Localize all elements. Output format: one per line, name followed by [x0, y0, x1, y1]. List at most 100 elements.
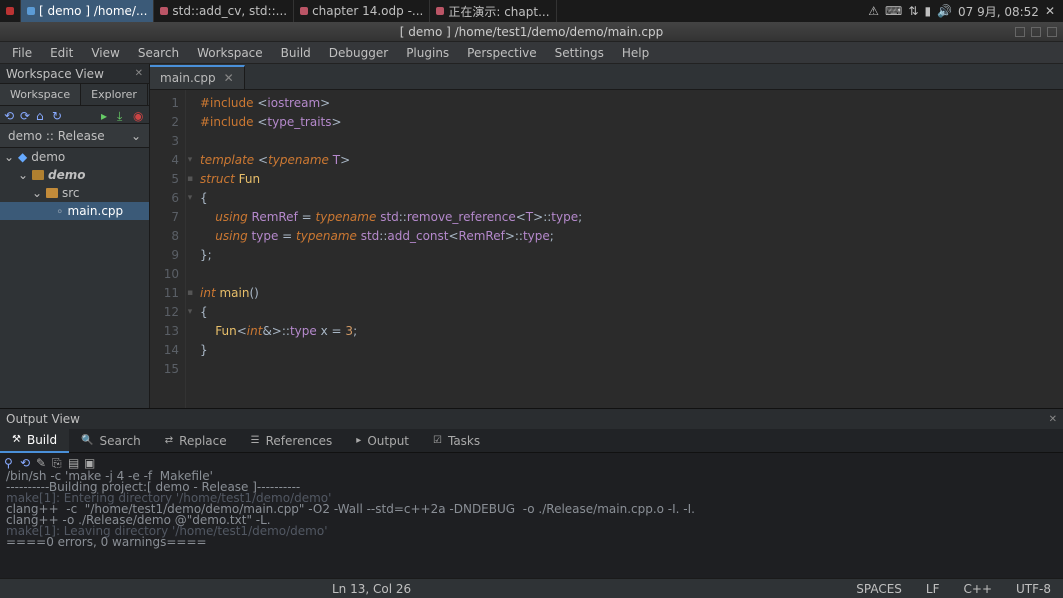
menubar: FileEditViewSearchWorkspaceBuildDebugger…: [0, 42, 1063, 64]
tree-file-label: main.cpp: [68, 204, 124, 218]
app-icon: [27, 7, 35, 15]
tray-close-icon[interactable]: ✕: [1045, 4, 1055, 18]
workspace-pane-title: Workspace View: [6, 67, 104, 81]
window-close-button[interactable]: [1047, 27, 1057, 37]
menu-settings[interactable]: Settings: [547, 44, 612, 62]
clock[interactable]: 07 9月, 08:52: [958, 3, 1039, 20]
status-encoding[interactable]: UTF-8: [1016, 582, 1051, 596]
workspace-tab-explorer[interactable]: Explorer: [81, 84, 148, 105]
output-tab-replace[interactable]: ⇄Replace: [153, 430, 239, 452]
output-content[interactable]: /bin/sh -c 'make -j 4 -e -f Makefile'---…: [0, 469, 1063, 578]
code-content[interactable]: #include <iostream>#include <type_traits…: [194, 90, 1063, 408]
menu-perspective[interactable]: Perspective: [459, 44, 545, 62]
tree-twisty-icon[interactable]: ⌄: [4, 150, 14, 164]
output-copy-icon[interactable]: ⎘: [52, 456, 62, 466]
menu-plugins[interactable]: Plugins: [398, 44, 457, 62]
notification-icon[interactable]: ⚠: [868, 4, 879, 18]
search-icon: 🔍: [81, 435, 93, 446]
tasks-icon: ☑: [433, 435, 442, 446]
output-tab-search[interactable]: 🔍Search: [69, 430, 153, 452]
window-titlebar: [ demo ] /home/test1/demo/demo/main.cpp: [0, 22, 1063, 42]
menu-edit[interactable]: Edit: [42, 44, 81, 62]
output-pin-icon[interactable]: ⚲: [4, 456, 14, 466]
menu-workspace[interactable]: Workspace: [189, 44, 271, 62]
tree-folder-label: src: [62, 186, 80, 200]
tree-twisty-icon[interactable]: ⌄: [32, 186, 42, 200]
output-tab-output[interactable]: ▸Output: [344, 430, 421, 452]
tree-project-node[interactable]: ⌄ demo: [0, 166, 149, 184]
output-tab-tasks[interactable]: ☑ Tasks: [421, 430, 492, 452]
taskbar-app[interactable]: [ demo ] /home/...: [21, 0, 154, 22]
menu-search[interactable]: Search: [130, 44, 187, 62]
status-cursor-position[interactable]: Ln 13, Col 26: [332, 582, 411, 596]
app-icon: [300, 7, 308, 15]
output-clear-icon[interactable]: ✎: [36, 456, 46, 466]
output-tab-references[interactable]: ☰References: [239, 430, 345, 452]
menu-debugger[interactable]: Debugger: [321, 44, 396, 62]
output-tabs: ⚒Build🔍Search⇄Replace☰References▸Output☑…: [0, 429, 1063, 453]
app-icon: [160, 7, 168, 15]
fold-gutter: ▾▪▾▪▾: [186, 90, 194, 408]
stop-icon[interactable]: ◉: [133, 109, 145, 121]
network-icon[interactable]: ⇅: [908, 4, 918, 18]
output-panel: Output View ✕ ⚒ Build 🔍Search⇄Replace☰Refe…: [0, 408, 1063, 578]
nav-icon[interactable]: ⟳: [20, 109, 32, 121]
window-maximize-button[interactable]: [1031, 27, 1041, 37]
output-scroll-icon[interactable]: ⟲: [20, 456, 30, 466]
menu-help[interactable]: Help: [614, 44, 657, 62]
home-icon[interactable]: ⌂: [36, 109, 48, 121]
output-paste-icon[interactable]: ▤: [68, 456, 78, 466]
taskbar-app[interactable]: std::add_cv, std::...: [154, 0, 294, 22]
output-pane-close-icon[interactable]: ✕: [1049, 414, 1057, 425]
taskbar-app[interactable]: chapter 14.odp -...: [294, 0, 430, 22]
window-minimize-button[interactable]: [1015, 27, 1025, 37]
editor-tab-main[interactable]: main.cpp ✕: [150, 65, 245, 89]
taskbar-menu-icon[interactable]: [0, 0, 21, 22]
volume-icon[interactable]: 🔊: [937, 4, 952, 18]
refresh-icon[interactable]: ↻: [52, 109, 64, 121]
tree-workspace-node[interactable]: ⌄ ◆ demo: [0, 148, 149, 166]
references-icon: ☰: [251, 435, 260, 446]
status-language[interactable]: C++: [964, 582, 993, 596]
code-editor[interactable]: 123456789101112131415 ▾▪▾▪▾ #include <io…: [150, 90, 1063, 408]
workspace-tab-workspace[interactable]: Workspace: [0, 84, 81, 105]
tree-twisty-icon[interactable]: ⌄: [18, 168, 28, 182]
output-save-icon[interactable]: ▣: [84, 456, 94, 466]
build-config-selector[interactable]: demo :: Release ⌄: [0, 124, 149, 148]
workspace-tree: ⌄ ◆ demo ⌄ demo ⌄ src ∘ main.cpp: [0, 148, 149, 408]
tree-project-label: demo: [48, 168, 85, 182]
tree-workspace-label: demo: [31, 150, 65, 164]
output-tab-build[interactable]: ⚒ Build: [0, 429, 69, 453]
tree-folder-node[interactable]: ⌄ src: [0, 184, 149, 202]
menu-file[interactable]: File: [4, 44, 40, 62]
status-eol[interactable]: LF: [926, 582, 940, 596]
workspace-sidebar: Workspace View ✕ WorkspaceExplorer ⟲ ⟳ ⌂…: [0, 64, 150, 408]
editor-tab-close-icon[interactable]: ✕: [224, 71, 234, 85]
debug-icon[interactable]: ⤓: [117, 109, 129, 121]
app-icon: [436, 7, 444, 15]
output-icon: ▸: [356, 435, 361, 446]
window-title: [ demo ] /home/test1/demo/demo/main.cpp: [400, 25, 663, 39]
battery-icon[interactable]: ▮: [924, 4, 931, 18]
run-icon[interactable]: ▸: [101, 109, 113, 121]
folder-icon: [46, 188, 58, 198]
output-tab-label: Tasks: [448, 434, 480, 448]
build-icon: ⚒: [12, 434, 21, 445]
menu-view[interactable]: View: [83, 44, 127, 62]
file-icon: ∘: [56, 204, 64, 218]
menu-build[interactable]: Build: [273, 44, 319, 62]
system-taskbar: [ demo ] /home/... std::add_cv, std::...c…: [0, 0, 1063, 22]
keyboard-icon[interactable]: ⌨: [885, 4, 902, 18]
project-icon: [32, 170, 44, 180]
output-tab-label: Build: [27, 433, 57, 447]
output-line: ====0 errors, 0 warnings====: [6, 537, 1057, 548]
taskbar-app[interactable]: 正在演示: chapt...: [430, 0, 556, 22]
tree-file-node[interactable]: ∘ main.cpp: [0, 202, 149, 220]
output-pane-title: Output View: [6, 412, 80, 426]
chevron-down-icon: ⌄: [131, 129, 141, 143]
status-indent[interactable]: SPACES: [856, 582, 902, 596]
line-number-gutter: 123456789101112131415: [150, 90, 186, 408]
workspace-pane-close-icon[interactable]: ✕: [135, 68, 143, 79]
link-icon[interactable]: ⟲: [4, 109, 16, 121]
taskbar-app-label: [ demo ] /home/...: [39, 4, 147, 18]
